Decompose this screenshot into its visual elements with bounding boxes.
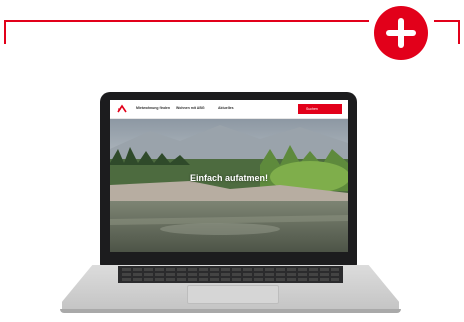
brand-logo-icon <box>117 104 127 114</box>
hero-title: Einfach aufatmen! <box>190 173 269 183</box>
plus-button[interactable] <box>374 6 428 60</box>
trackpad <box>187 285 279 304</box>
plus-icon <box>386 18 416 48</box>
laptop-screen: Mietwohnung finden Wohnen mit ABG Aktuel… <box>110 100 348 252</box>
keyboard <box>118 266 343 283</box>
search-cta-button[interactable]: Suchen <box>298 104 342 114</box>
nav-item-mietwohnung[interactable]: Mietwohnung finden <box>136 106 170 110</box>
bracket-tick-left <box>4 20 6 44</box>
bracket-tick-right <box>458 20 460 44</box>
nav-item-aktuelles[interactable]: Aktuelles <box>218 106 234 110</box>
site-header: Mietwohnung finden Wohnen mit ABG Aktuel… <box>110 100 348 119</box>
bracket-line-left <box>4 20 369 22</box>
nav-item-wohnen[interactable]: Wohnen mit ABG <box>176 106 205 110</box>
hero-image: Einfach aufatmen! <box>110 119 348 252</box>
laptop-base-edge <box>60 309 401 313</box>
bracket-line-right <box>434 20 460 22</box>
